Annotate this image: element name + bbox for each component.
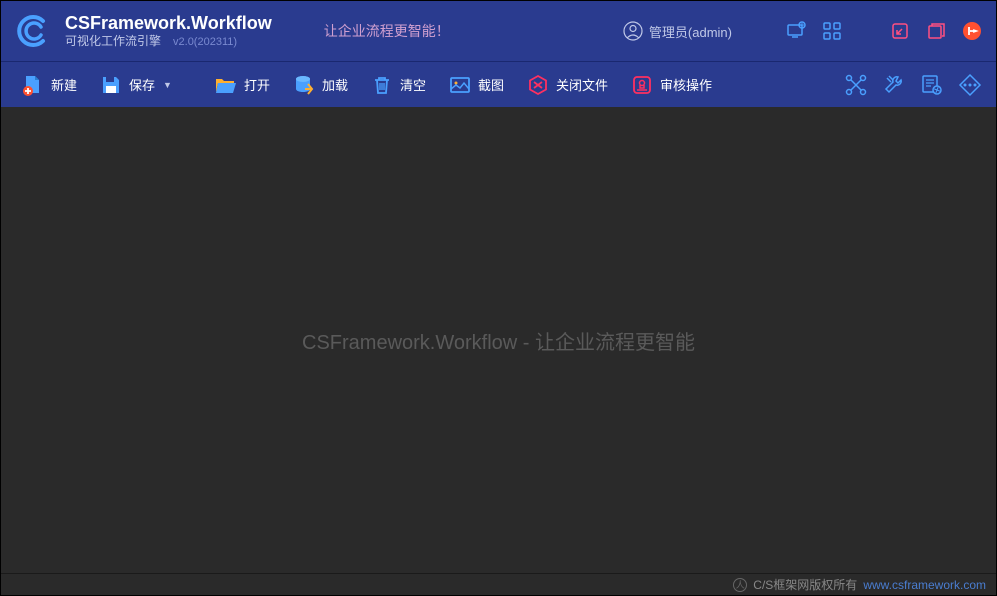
canvas-area[interactable]: CSFramework.Workflow - 让企业流程更智能 (1, 107, 996, 573)
load-button[interactable]: 加载 (284, 69, 356, 101)
new-button[interactable]: 新建 (13, 69, 85, 101)
save-icon (99, 73, 123, 97)
chevron-down-icon: ▼ (163, 80, 172, 90)
flow-icon[interactable] (956, 71, 984, 99)
app-title: CSFramework.Workflow (65, 13, 272, 35)
close-file-icon (526, 73, 550, 97)
audit-label: 审核操作 (660, 75, 712, 94)
open-label: 打开 (244, 75, 270, 94)
logo-icon (13, 11, 53, 51)
close-file-label: 关闭文件 (556, 75, 608, 94)
clear-label: 清空 (400, 75, 426, 94)
footer: 人 C/S框架网版权所有 www.csframework.com (1, 573, 996, 595)
app-subtitle: 可视化工作流引擎 (65, 34, 161, 48)
footer-link[interactable]: www.csframework.com (863, 578, 986, 592)
maximize-icon[interactable] (924, 19, 948, 43)
person-icon: 人 (733, 578, 747, 592)
app-header: CSFramework.Workflow 可视化工作流引擎 v2.0(20231… (1, 1, 996, 61)
trash-icon (370, 73, 394, 97)
screenshot-button[interactable]: 截图 (440, 69, 512, 101)
load-label: 加载 (322, 75, 348, 94)
audit-button[interactable]: 审核操作 (622, 69, 720, 101)
clear-button[interactable]: 清空 (362, 69, 434, 101)
app-version: v2.0(202311) (173, 36, 237, 49)
save-label: 保存 (129, 75, 155, 94)
new-file-icon (21, 73, 45, 97)
user-label: 管理员(admin) (649, 22, 732, 41)
settings-icon[interactable] (784, 19, 808, 43)
save-button[interactable]: 保存 ▼ (91, 69, 180, 101)
tools-icon[interactable] (880, 71, 908, 99)
minimize-icon[interactable] (888, 19, 912, 43)
copyright-text: C/S框架网版权所有 (753, 576, 857, 593)
user-info[interactable]: 管理员(admin) (623, 21, 732, 41)
tagline: 让企业流程更智能！ (324, 21, 450, 41)
watermark-text: CSFramework.Workflow - 让企业流程更智能 (302, 326, 695, 355)
apps-icon[interactable] (820, 19, 844, 43)
open-button[interactable]: 打开 (206, 69, 278, 101)
stamp-icon (630, 73, 654, 97)
folder-open-icon (214, 73, 238, 97)
close-icon[interactable] (960, 19, 984, 43)
screenshot-label: 截图 (478, 75, 504, 94)
toolbar: 新建 保存 ▼ 打开 加载 清空 截图 关闭文件 (1, 61, 996, 107)
user-icon (623, 21, 643, 41)
database-load-icon (292, 73, 316, 97)
image-icon (448, 73, 472, 97)
config-icon[interactable] (918, 71, 946, 99)
close-file-button[interactable]: 关闭文件 (518, 69, 616, 101)
title-block: CSFramework.Workflow 可视化工作流引擎 v2.0(20231… (65, 13, 272, 50)
nodes-icon[interactable] (842, 71, 870, 99)
new-label: 新建 (51, 75, 77, 94)
